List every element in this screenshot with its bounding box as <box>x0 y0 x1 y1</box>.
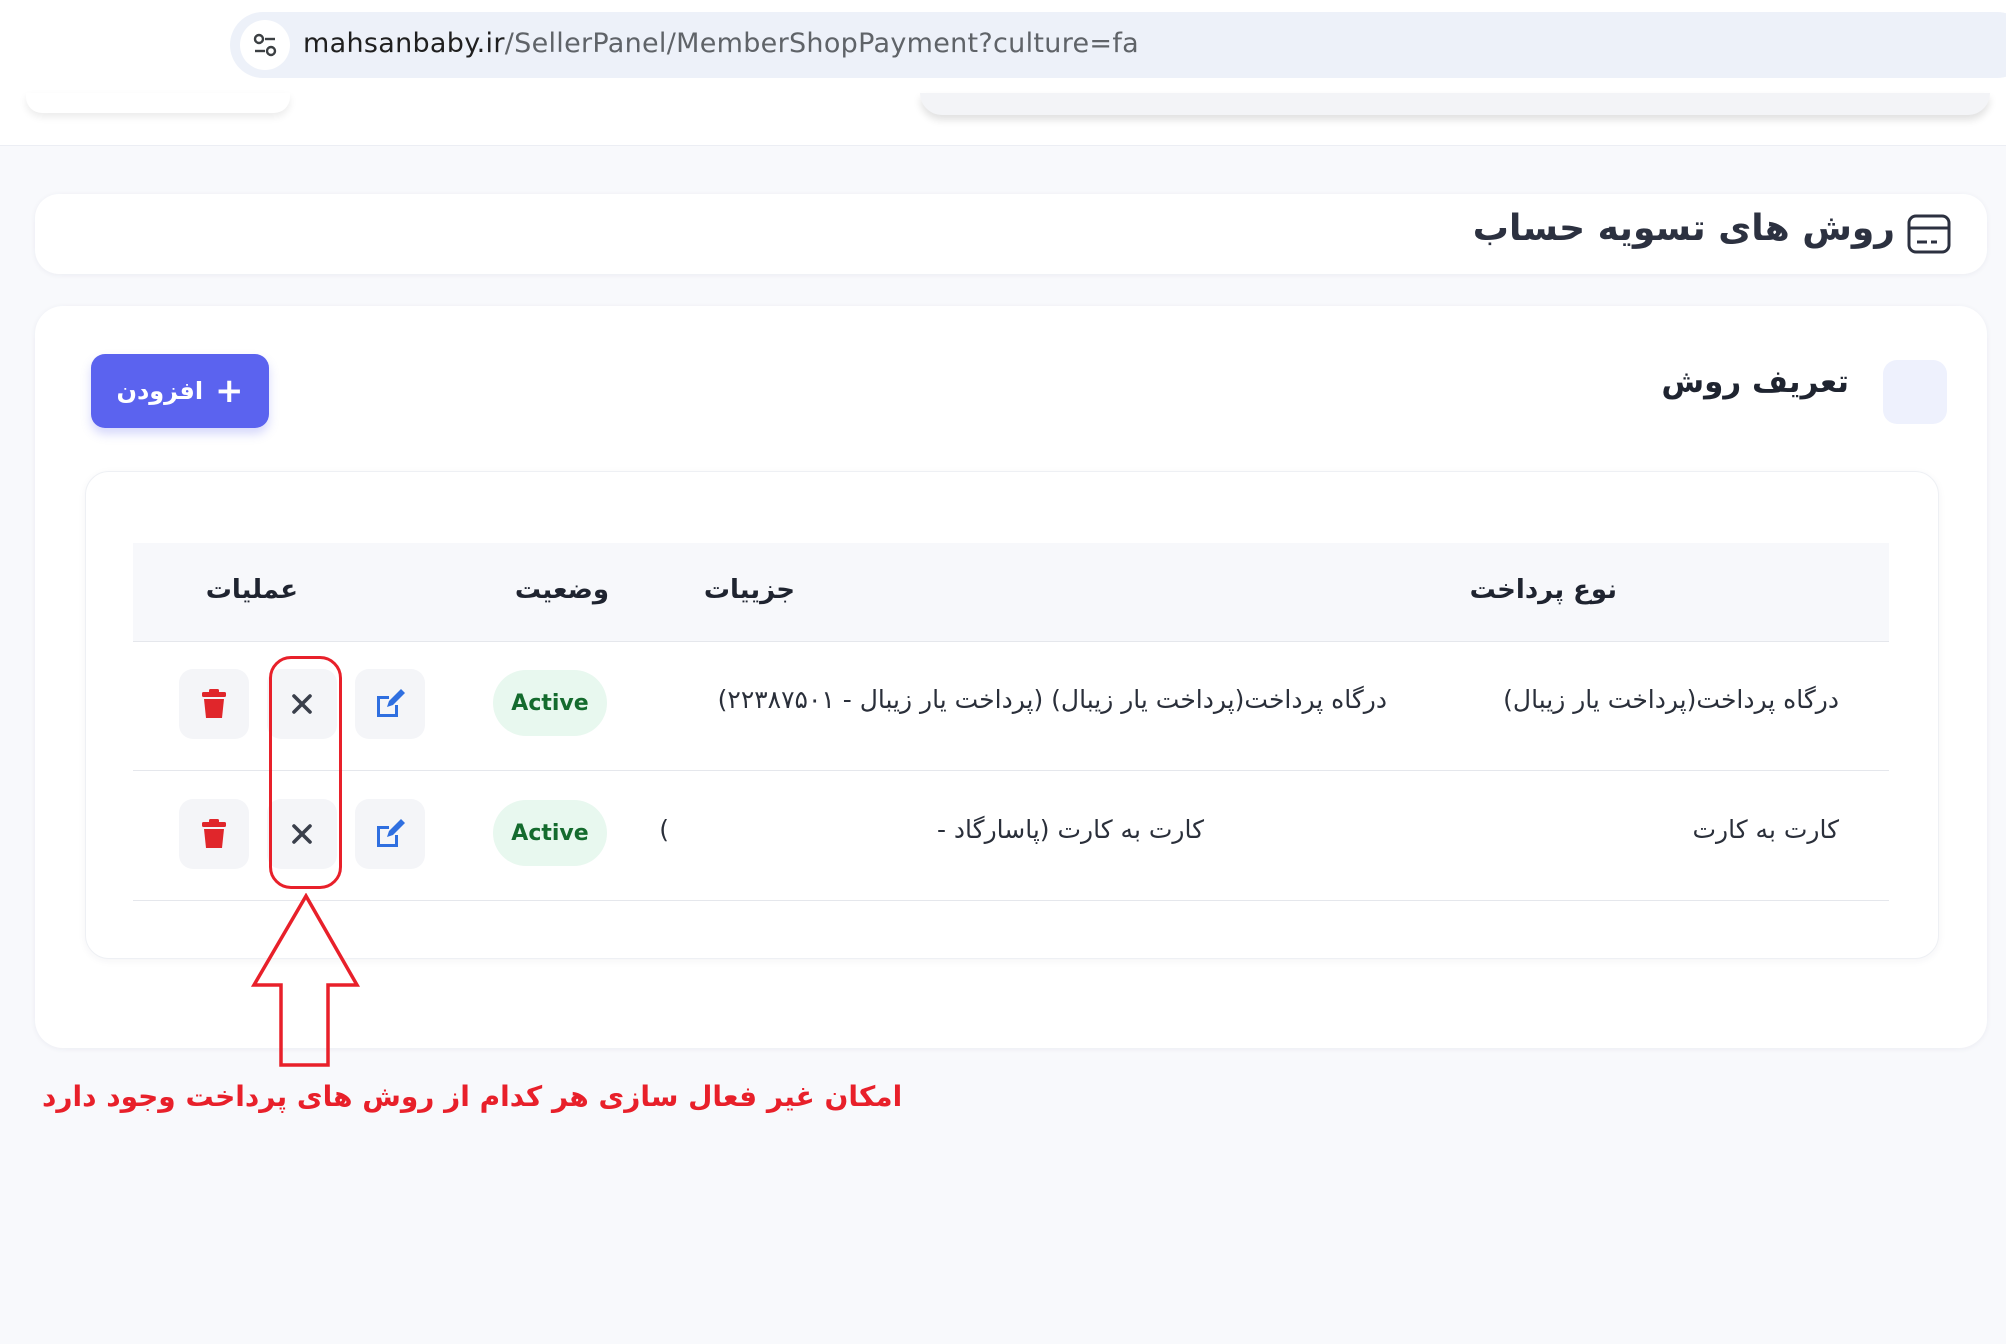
details-cell: درگاه پرداخت(پرداخت یار زیبال) (پرداخت ی… <box>717 685 1387 714</box>
add-button-label: افزودن <box>116 377 204 405</box>
payment-type-cell: درگاه پرداخت(پرداخت یار زیبال) <box>1503 685 1839 714</box>
table-row: کارت به کارت کارت به کارت (پاسارگاد - ) … <box>133 771 1889 901</box>
status-badge: Active <box>493 800 607 866</box>
plus-icon: + <box>215 371 244 411</box>
delete-button[interactable] <box>179 799 249 869</box>
status-badge: Active <box>493 670 607 736</box>
edit-icon <box>377 819 405 847</box>
url-domain: mahsanbaby.ir <box>303 28 505 59</box>
section-icon-box <box>1883 360 1947 424</box>
trash-icon <box>202 819 226 848</box>
url-path: /SellerPanel/MemberShopPayment?culture=f… <box>504 28 1139 59</box>
annotation-highlight-box <box>269 656 342 889</box>
browser-toolbar: mahsanbaby.ir/SellerPanel/MemberShopPaym… <box>0 0 2006 94</box>
annotation-text: امکان غیر فعال سازی هر کدام از روش های پ… <box>42 1080 903 1113</box>
credit-card-icon <box>1907 214 1951 258</box>
page-title: روش های تسویه حساب <box>1472 208 1895 249</box>
delete-button[interactable] <box>179 669 249 739</box>
add-button[interactable]: + افزودن <box>91 354 269 428</box>
edit-button[interactable] <box>355 799 425 869</box>
section-title: تعریف روش <box>1661 364 1849 400</box>
details-cell-suffix: ) <box>659 815 669 844</box>
edit-button[interactable] <box>355 669 425 739</box>
page-title-card: روش های تسویه حساب <box>35 194 1987 274</box>
header-right-panel <box>920 93 1990 115</box>
url-text[interactable]: mahsanbaby.ir/SellerPanel/MemberShopPaym… <box>303 28 1139 59</box>
tune-icon[interactable] <box>240 20 290 70</box>
address-bar[interactable]: mahsanbaby.ir/SellerPanel/MemberShopPaym… <box>230 12 2006 78</box>
table-row: درگاه پرداخت(پرداخت یار زیبال) درگاه پرد… <box>133 641 1889 771</box>
header-left-panel <box>26 93 290 113</box>
edit-icon <box>377 689 405 717</box>
payment-type-cell: کارت به کارت <box>1692 815 1839 844</box>
trash-icon <box>202 689 226 718</box>
header-payment-type: نوع پرداخت <box>1469 575 1617 605</box>
header-status: وضعیت <box>514 575 609 605</box>
table-header: نوع پرداخت جزییات وضعیت عملیات <box>133 543 1889 642</box>
header-operations: عملیات <box>205 575 298 605</box>
annotation-arrow-icon <box>250 893 361 1067</box>
header-details: جزییات <box>703 575 795 605</box>
payment-methods-table: نوع پرداخت جزییات وضعیت عملیات درگاه پرد… <box>85 471 1939 959</box>
details-cell: کارت به کارت (پاسارگاد - <box>936 815 1204 844</box>
